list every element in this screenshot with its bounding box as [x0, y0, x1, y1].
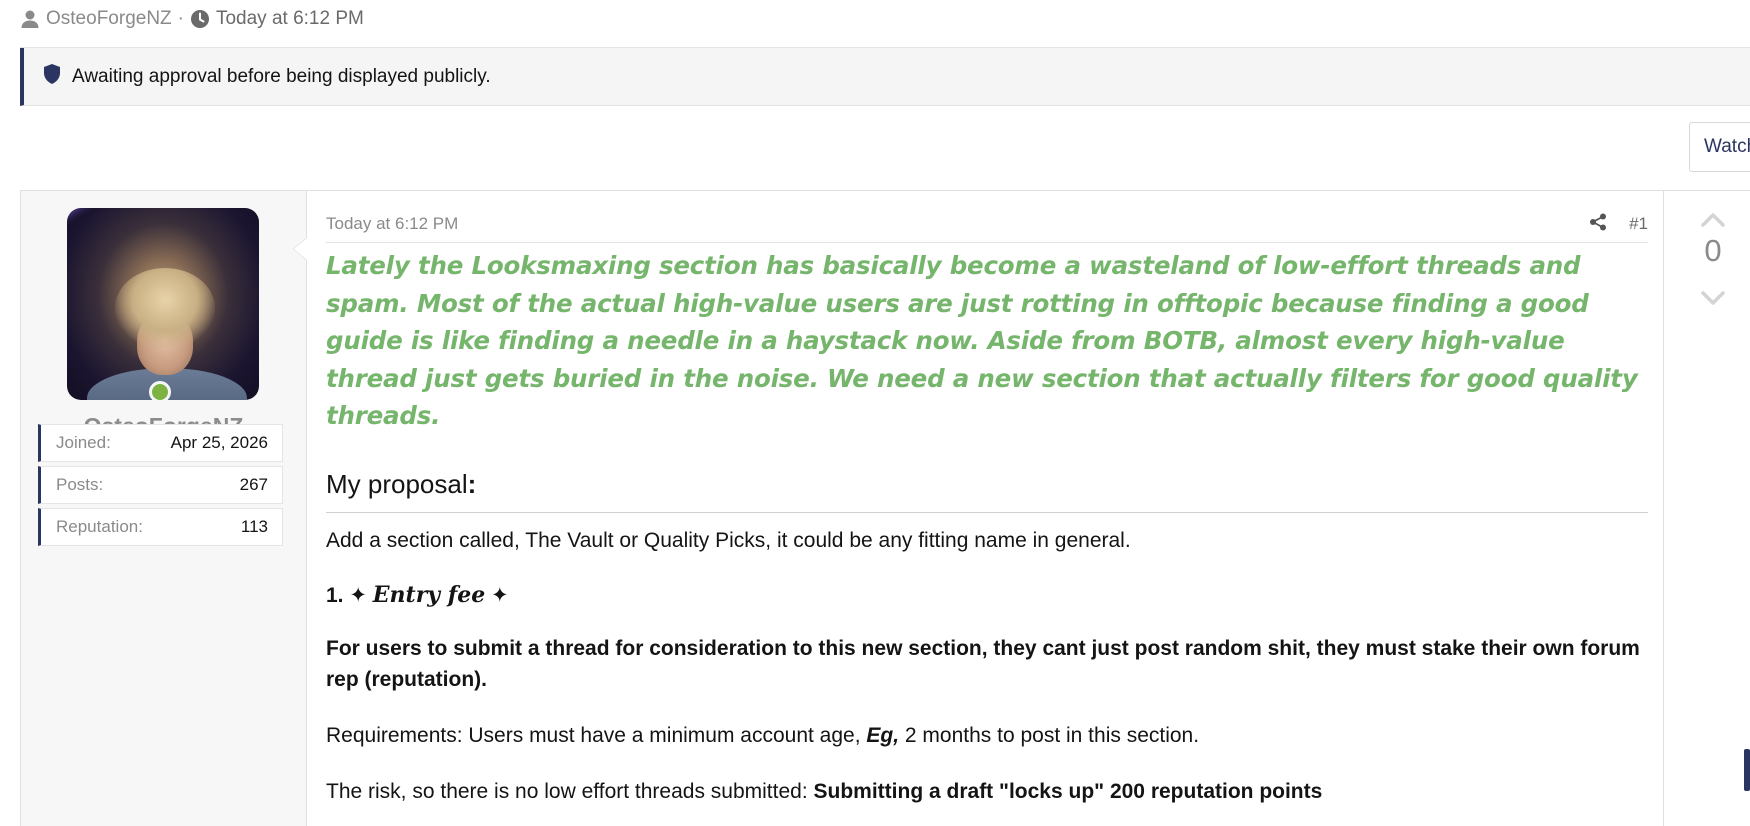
watch-button-label: Watch — [1704, 136, 1750, 157]
watch-button[interactable]: Watch — [1689, 122, 1750, 172]
entry-title: Entry fee — [372, 581, 486, 608]
vote-score: 0 — [1704, 233, 1722, 268]
entry-number: 1. ✦ — [326, 583, 373, 607]
post-number-link[interactable]: #1 — [1629, 214, 1648, 234]
scrollbar-thumb[interactable] — [1744, 749, 1750, 791]
avatar-hair — [115, 268, 215, 348]
moderation-notice: Awaiting approval before being displayed… — [20, 48, 1750, 106]
lead-paragraph: Lately the Looksmaxing section has basic… — [326, 251, 1638, 430]
stat-label: Reputation: — [56, 517, 143, 536]
message-pointer — [293, 237, 307, 261]
user-icon — [20, 9, 40, 29]
user-sidebar: OsteoForgeNZ Bronze Joined: Apr 25, 2026… — [21, 191, 307, 826]
proposal-heading-colon: : — [467, 468, 477, 499]
meta-separator: · — [177, 8, 184, 29]
downvote-chevron-icon[interactable] — [1700, 289, 1726, 307]
stat-label: Posts: — [56, 475, 104, 494]
entry-fee-heading: 1. ✦ Entry fee ✦ — [326, 582, 1656, 608]
post-header: Today at 6:12 PM #1 — [326, 206, 1648, 243]
req-suffix: 2 months to post in this section. — [899, 723, 1200, 747]
stat-label: Joined: — [56, 433, 111, 452]
stat-value: Apr 25, 2026 — [170, 433, 268, 452]
post: OsteoForgeNZ Bronze Joined: Apr 25, 2026… — [20, 190, 1750, 826]
stat-joined: Joined: Apr 25, 2026 — [38, 424, 283, 462]
notice-text: Awaiting approval before being displayed… — [72, 65, 491, 87]
vote-column: 0 — [1663, 191, 1750, 826]
post-body: Lately the Looksmaxing section has basic… — [326, 247, 1656, 826]
entry-suffix: ✦ — [485, 583, 509, 607]
post-date-link[interactable]: Today at 6:12 PM — [326, 214, 458, 234]
avatar[interactable] — [67, 208, 259, 400]
share-icon[interactable] — [1589, 213, 1607, 236]
req-prefix: Requirements: Users must have a minimum … — [326, 723, 867, 747]
avatar-light-beam — [67, 208, 207, 233]
proposal-heading-text: My proposal — [326, 468, 468, 499]
thread-meta: OsteoForgeNZ · Today at 6:12 PM — [20, 6, 364, 32]
add-section-paragraph: Add a section called, The Vault or Quali… — [326, 528, 1131, 552]
stat-value: 113 — [240, 517, 268, 536]
thread-time-link[interactable]: Today at 6:12 PM — [216, 8, 364, 30]
shield-icon — [42, 63, 62, 91]
req-eg: Eg, — [866, 723, 900, 747]
risk-bold: Submitting a draft "locks up" 200 reputa… — [813, 779, 1323, 803]
requirements-paragraph: Requirements: Users must have a minimum … — [326, 720, 1656, 751]
forum-thread-page: OsteoForgeNZ · Today at 6:12 PM Awaiting… — [0, 0, 1750, 826]
clock-icon — [190, 9, 210, 29]
stat-reputation: Reputation: 113 — [38, 508, 283, 546]
proposal-heading: My proposal: — [326, 469, 1648, 513]
online-status-indicator — [149, 381, 171, 403]
thread-author-link[interactable]: OsteoForgeNZ — [46, 8, 172, 30]
stat-posts: Posts: 267 — [38, 466, 283, 504]
risk-prefix: The risk, so there is no low effort thre… — [326, 779, 814, 803]
stake-paragraph: For users to submit a thread for conside… — [326, 636, 1640, 691]
risk-paragraph: The risk, so there is no low effort thre… — [326, 776, 1656, 807]
upvote-chevron-icon[interactable] — [1700, 211, 1726, 229]
stat-value[interactable]: 267 — [240, 475, 268, 495]
